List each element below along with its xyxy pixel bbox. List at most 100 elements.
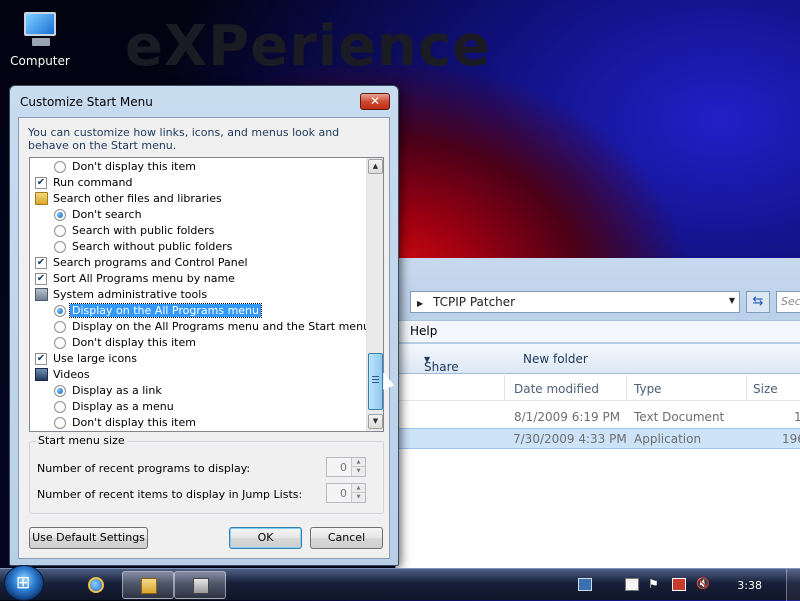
- option-label: System administrative tools: [53, 288, 208, 301]
- spin-down-icon[interactable]: ▼: [351, 493, 365, 502]
- option-label: Search other files and libraries: [53, 192, 222, 205]
- internet-explorer-icon: [88, 577, 104, 593]
- spin-down-icon[interactable]: ▼: [351, 467, 365, 476]
- option-label: Display as a link: [72, 384, 162, 397]
- column-header: Date modified Type Size: [396, 375, 800, 401]
- recent-programs-stepper[interactable]: 0 ▲ ▼: [326, 457, 366, 477]
- dialog-title: Customize Start Menu: [20, 95, 153, 109]
- address-path: TCPIP Patcher: [432, 295, 516, 309]
- options-list[interactable]: Don't display this item ✔ Run command Searc…: [29, 157, 384, 432]
- vertical-scrollbar[interactable]: ▲ ▼: [366, 158, 383, 431]
- dialog-body: You can customize how links, icons, and …: [18, 117, 390, 559]
- option-label: Search programs and Control Panel: [53, 256, 248, 269]
- spin-up-icon[interactable]: ▲: [351, 484, 365, 493]
- customize-start-menu-dialog: Customize Start Menu ✕ You can customize…: [9, 85, 399, 566]
- option-label: Videos: [53, 368, 90, 381]
- recent-items-value: 0: [340, 487, 347, 500]
- checkbox[interactable]: ✔: [35, 353, 47, 365]
- clock[interactable]: 3:38: [737, 579, 762, 592]
- network-icon[interactable]: [578, 578, 592, 591]
- option-label: Search with public folders: [72, 224, 215, 237]
- windows-explorer-icon: [141, 578, 157, 594]
- radio-button[interactable]: [54, 225, 66, 237]
- radio-button[interactable]: [54, 401, 66, 413]
- ok-button[interactable]: OK: [229, 527, 302, 549]
- option-label: Display on the All Programs menu: [69, 303, 262, 318]
- admin-icon: [35, 288, 48, 301]
- document-icon[interactable]: [625, 578, 639, 591]
- volume-muted-icon[interactable]: 🔇: [696, 578, 710, 591]
- file-row[interactable]: 8/1/2009 6:19 PM Text Document 1: [396, 407, 800, 428]
- explorer-window: ▶ TCPIP Patcher ▼ ⇆ Sec Help Share with …: [395, 258, 800, 568]
- taskbar-patcher-button[interactable]: [174, 571, 226, 599]
- file-size: 196: [782, 432, 800, 446]
- recent-programs-value: 0: [340, 461, 347, 474]
- option-label: Don't display this item: [72, 336, 196, 349]
- recent-items-stepper[interactable]: 0 ▲ ▼: [326, 483, 366, 503]
- start-button[interactable]: [4, 565, 44, 601]
- spin-up-icon[interactable]: ▲: [351, 458, 365, 467]
- search-input[interactable]: Sec: [776, 291, 800, 313]
- checkbox[interactable]: ✔: [35, 273, 47, 285]
- address-bar[interactable]: ▶ TCPIP Patcher ▼: [410, 291, 740, 313]
- taskbar-ie-button[interactable]: [70, 571, 122, 599]
- use-default-settings-button[interactable]: Use Default Settings: [29, 527, 148, 549]
- new-folder-button[interactable]: New folder: [523, 352, 588, 366]
- close-icon: ✕: [369, 94, 381, 108]
- col-type[interactable]: Type: [634, 382, 662, 396]
- menu-bar: Help: [396, 320, 800, 342]
- breadcrumb-arrow-icon: ▶: [417, 299, 424, 308]
- close-button[interactable]: ✕: [360, 93, 390, 110]
- cancel-button[interactable]: Cancel: [310, 527, 383, 549]
- menu-help[interactable]: Help: [410, 324, 437, 338]
- file-type: Text Document: [634, 410, 725, 424]
- radio-button[interactable]: [54, 209, 66, 221]
- option-label: Don't search: [72, 208, 142, 221]
- recent-items-label: Number of recent items to display in Jum…: [37, 488, 303, 501]
- taskbar-explorer-button[interactable]: [122, 571, 174, 599]
- taskbar: ⚑ 🔇 3:38: [0, 565, 800, 601]
- option-label: Search without public folders: [72, 240, 233, 253]
- radio-button[interactable]: [54, 241, 66, 253]
- option-label: Don't display this item: [72, 160, 196, 173]
- folder-icon: [35, 192, 48, 205]
- col-date-modified[interactable]: Date modified: [514, 382, 599, 396]
- option-label: Sort All Programs menu by name: [53, 272, 235, 285]
- group-title: Start menu size: [36, 434, 127, 447]
- desktop-icon-label: Computer: [10, 54, 70, 68]
- option-label: Don't display this item: [72, 416, 196, 429]
- command-bar: Share with ▾ New folder: [396, 344, 800, 388]
- file-size: 1: [794, 410, 800, 424]
- radio-button[interactable]: [54, 321, 66, 333]
- dialog-intro-text: You can customize how links, icons, and …: [28, 126, 340, 152]
- file-date: 8/1/2009 6:19 PM: [514, 410, 621, 424]
- show-desktop-button[interactable]: [786, 569, 800, 601]
- chevron-down-icon[interactable]: ▼: [729, 296, 735, 305]
- start-menu-size-group: Start menu size Number of recent program…: [29, 434, 384, 514]
- radio-button[interactable]: [54, 161, 66, 173]
- flag-icon[interactable]: ⚑: [648, 578, 662, 591]
- checkbox[interactable]: ✔: [35, 257, 47, 269]
- radio-button[interactable]: [54, 305, 66, 317]
- option-label: Run command: [53, 176, 133, 189]
- file-row-selected[interactable]: 7/30/2009 4:33 PM Application 196: [396, 428, 800, 449]
- scroll-up-button[interactable]: ▲: [368, 159, 383, 174]
- radio-button[interactable]: [54, 385, 66, 397]
- option-label: Display as a menu: [72, 400, 174, 413]
- file-type: Application: [634, 432, 702, 446]
- radio-button[interactable]: [54, 337, 66, 349]
- refresh-icon[interactable]: ⇆: [746, 291, 770, 313]
- recent-programs-label: Number of recent programs to display:: [37, 462, 251, 475]
- col-size[interactable]: Size: [753, 382, 778, 396]
- patcher-app-icon: [193, 578, 209, 594]
- option-label: Use large icons: [53, 352, 137, 365]
- scroll-down-button[interactable]: ▼: [368, 414, 383, 429]
- desktop-icon-computer[interactable]: Computer: [8, 8, 72, 68]
- share-with-button[interactable]: Share with ▾: [424, 352, 459, 388]
- checkbox[interactable]: ✔: [35, 177, 47, 189]
- radio-button[interactable]: [54, 417, 66, 429]
- file-date: 7/30/2009 4:33 PM: [513, 432, 627, 446]
- video-icon: [35, 368, 48, 381]
- battery-icon[interactable]: [672, 578, 686, 591]
- option-label: Display on the All Programs menu and the…: [72, 320, 371, 333]
